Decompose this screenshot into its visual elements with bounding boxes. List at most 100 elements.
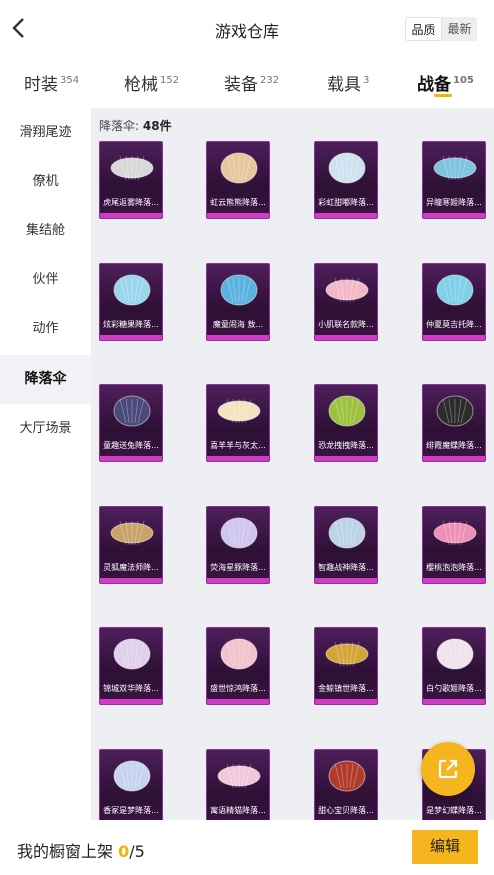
item-name: 虹云熊熊降落... [210, 198, 266, 207]
parachute-item-card[interactable]: 异瞳寒姬降落... [422, 141, 486, 219]
sidebar-item-assembly-pod[interactable]: 集结舱 [0, 206, 91, 255]
parachute-icon [328, 517, 366, 549]
sidebar-item-glide-trail[interactable]: 滑翔尾迹 [0, 108, 91, 157]
sidebar-item-lobby-scene[interactable]: 大厅场景 [0, 404, 91, 453]
parachute-item-card[interactable]: 喜羊羊与灰太... [206, 384, 270, 462]
header: 游戏仓库 品质 最新 [0, 0, 494, 58]
rarity-bar [315, 213, 377, 218]
edit-button[interactable]: 编辑 [412, 830, 478, 864]
item-name: 甜心宝贝降落... [318, 806, 374, 815]
rarity-bar [315, 335, 377, 340]
item-count-label: 降落伞: [99, 119, 140, 133]
showcase-total: /5 [129, 842, 145, 861]
item-name: 荧海星豚降落... [210, 563, 266, 572]
item-name: 灵狐魔法师降... [103, 563, 159, 572]
parachute-icon [113, 395, 151, 427]
parachute-icon [217, 398, 261, 424]
item-name: 小肌联名款降... [318, 320, 374, 329]
showcase-current: 0 [118, 842, 130, 861]
item-name: 智趣战神降落... [318, 563, 374, 572]
parachute-icon [325, 277, 369, 303]
active-tab-indicator [434, 94, 452, 97]
parachute-item-card[interactable]: 炫彩糖果降落... [99, 263, 163, 341]
parachute-item-card[interactable]: 魔童闹海 敖... [206, 263, 270, 341]
sort-toggle[interactable]: 品质 最新 [405, 17, 477, 41]
parachute-icon [110, 520, 154, 546]
parachute-item-card[interactable]: 金鲸镇世降落... [314, 627, 378, 705]
parachute-icon [436, 274, 474, 306]
share-button[interactable] [421, 742, 475, 796]
sort-latest-option[interactable]: 最新 [442, 17, 477, 41]
item-name: 是梦幻蝶降落... [426, 806, 482, 815]
parachute-item-card[interactable]: 虎尾返雾降落... [99, 141, 163, 219]
parachute-item-card[interactable]: 智趣战神降落... [314, 506, 378, 584]
rarity-bar [100, 335, 162, 340]
tab-vehicles[interactable]: 载具 3 [327, 70, 369, 95]
rarity-bar [100, 213, 162, 218]
item-count: 降落伞: 48件 [99, 117, 172, 134]
parachute-icon [113, 760, 151, 792]
footer-bar: 我的橱窗上架 0/5 编辑 [0, 820, 494, 875]
item-name: 童趣送兔降落... [103, 441, 159, 450]
tab-equipment[interactable]: 装备 232 [224, 70, 279, 95]
tab-label: 载具 [327, 75, 361, 95]
rarity-bar [315, 699, 377, 704]
parachute-icon [436, 638, 474, 670]
parachute-item-card[interactable]: 童趣送兔降落... [99, 384, 163, 462]
rarity-bar [423, 456, 485, 461]
tab-tactical[interactable]: 战备 105 [417, 70, 474, 95]
parachute-icon [220, 274, 258, 306]
sidebar-item-parachute[interactable]: 降落伞 [0, 355, 91, 404]
rarity-bar [207, 456, 269, 461]
parachute-item-card[interactable]: 盛世惊鸿降落... [206, 627, 270, 705]
item-count-value: 48件 [142, 119, 172, 133]
showcase-label: 我的橱窗上架 [17, 842, 119, 861]
parachute-item-card[interactable]: 荧海星豚降落... [206, 506, 270, 584]
parachute-item-card[interactable]: 绯霞魔蝶降落... [422, 384, 486, 462]
rarity-bar [207, 699, 269, 704]
parachute-icon [433, 155, 477, 181]
parachute-icon [113, 638, 151, 670]
parachute-item-card[interactable]: 小肌联名款降... [314, 263, 378, 341]
sort-quality-option[interactable]: 品质 [405, 17, 442, 41]
parachute-item-card[interactable]: 虹云熊熊降落... [206, 141, 270, 219]
item-name: 恐龙拽拽降落... [318, 441, 374, 450]
parachute-item-card[interactable]: 彩虹甜嘟降落... [314, 141, 378, 219]
item-name: 魔童闹海 敖... [212, 320, 264, 329]
parachute-item-card[interactable]: 香冢是梦降落... [99, 749, 163, 820]
sidebar: 滑翔尾迹 僚机 集结舱 伙伴 动作 降落伞 大厅场景 [0, 108, 91, 820]
tab-fashion[interactable]: 时装 354 [24, 70, 79, 95]
parachute-icon [220, 638, 258, 670]
showcase-status: 我的橱窗上架 0/5 [17, 838, 145, 862]
tab-count: 354 [60, 75, 80, 86]
parachute-item-card[interactable]: 仲夏莫吉托降... [422, 263, 486, 341]
parachute-item-card[interactable]: 白勺歌姬降落... [422, 627, 486, 705]
parachute-item-card[interactable]: 锦城双华降落... [99, 627, 163, 705]
sidebar-item-wingman[interactable]: 僚机 [0, 157, 91, 206]
parachute-icon [328, 760, 366, 792]
parachute-icon [328, 152, 366, 184]
tab-label: 战备 [417, 75, 451, 95]
rarity-bar [100, 456, 162, 461]
parachute-icon [436, 395, 474, 427]
parachute-item-card[interactable]: 寓语精猫降落... [206, 749, 270, 820]
rarity-bar [423, 213, 485, 218]
tab-guns[interactable]: 枪械 152 [124, 70, 179, 95]
parachute-icon [113, 274, 151, 306]
sidebar-item-partner[interactable]: 伙伴 [0, 255, 91, 304]
parachute-item-card[interactable]: 樱桃泡泡降落... [422, 506, 486, 584]
parachute-icon [328, 395, 366, 427]
item-name: 异瞳寒姬降落... [426, 198, 482, 207]
sidebar-item-emote[interactable]: 动作 [0, 304, 91, 353]
rarity-bar [100, 578, 162, 583]
share-external-icon [438, 759, 458, 779]
parachute-icon [217, 763, 261, 789]
parachute-item-card[interactable]: 恐龙拽拽降落... [314, 384, 378, 462]
parachute-icon [110, 155, 154, 181]
rarity-bar [207, 578, 269, 583]
tab-label: 时装 [24, 75, 58, 95]
tab-count: 152 [160, 75, 180, 86]
parachute-item-card[interactable]: 甜心宝贝降落... [314, 749, 378, 820]
tab-count: 105 [453, 75, 474, 86]
parachute-item-card[interactable]: 灵狐魔法师降... [99, 506, 163, 584]
